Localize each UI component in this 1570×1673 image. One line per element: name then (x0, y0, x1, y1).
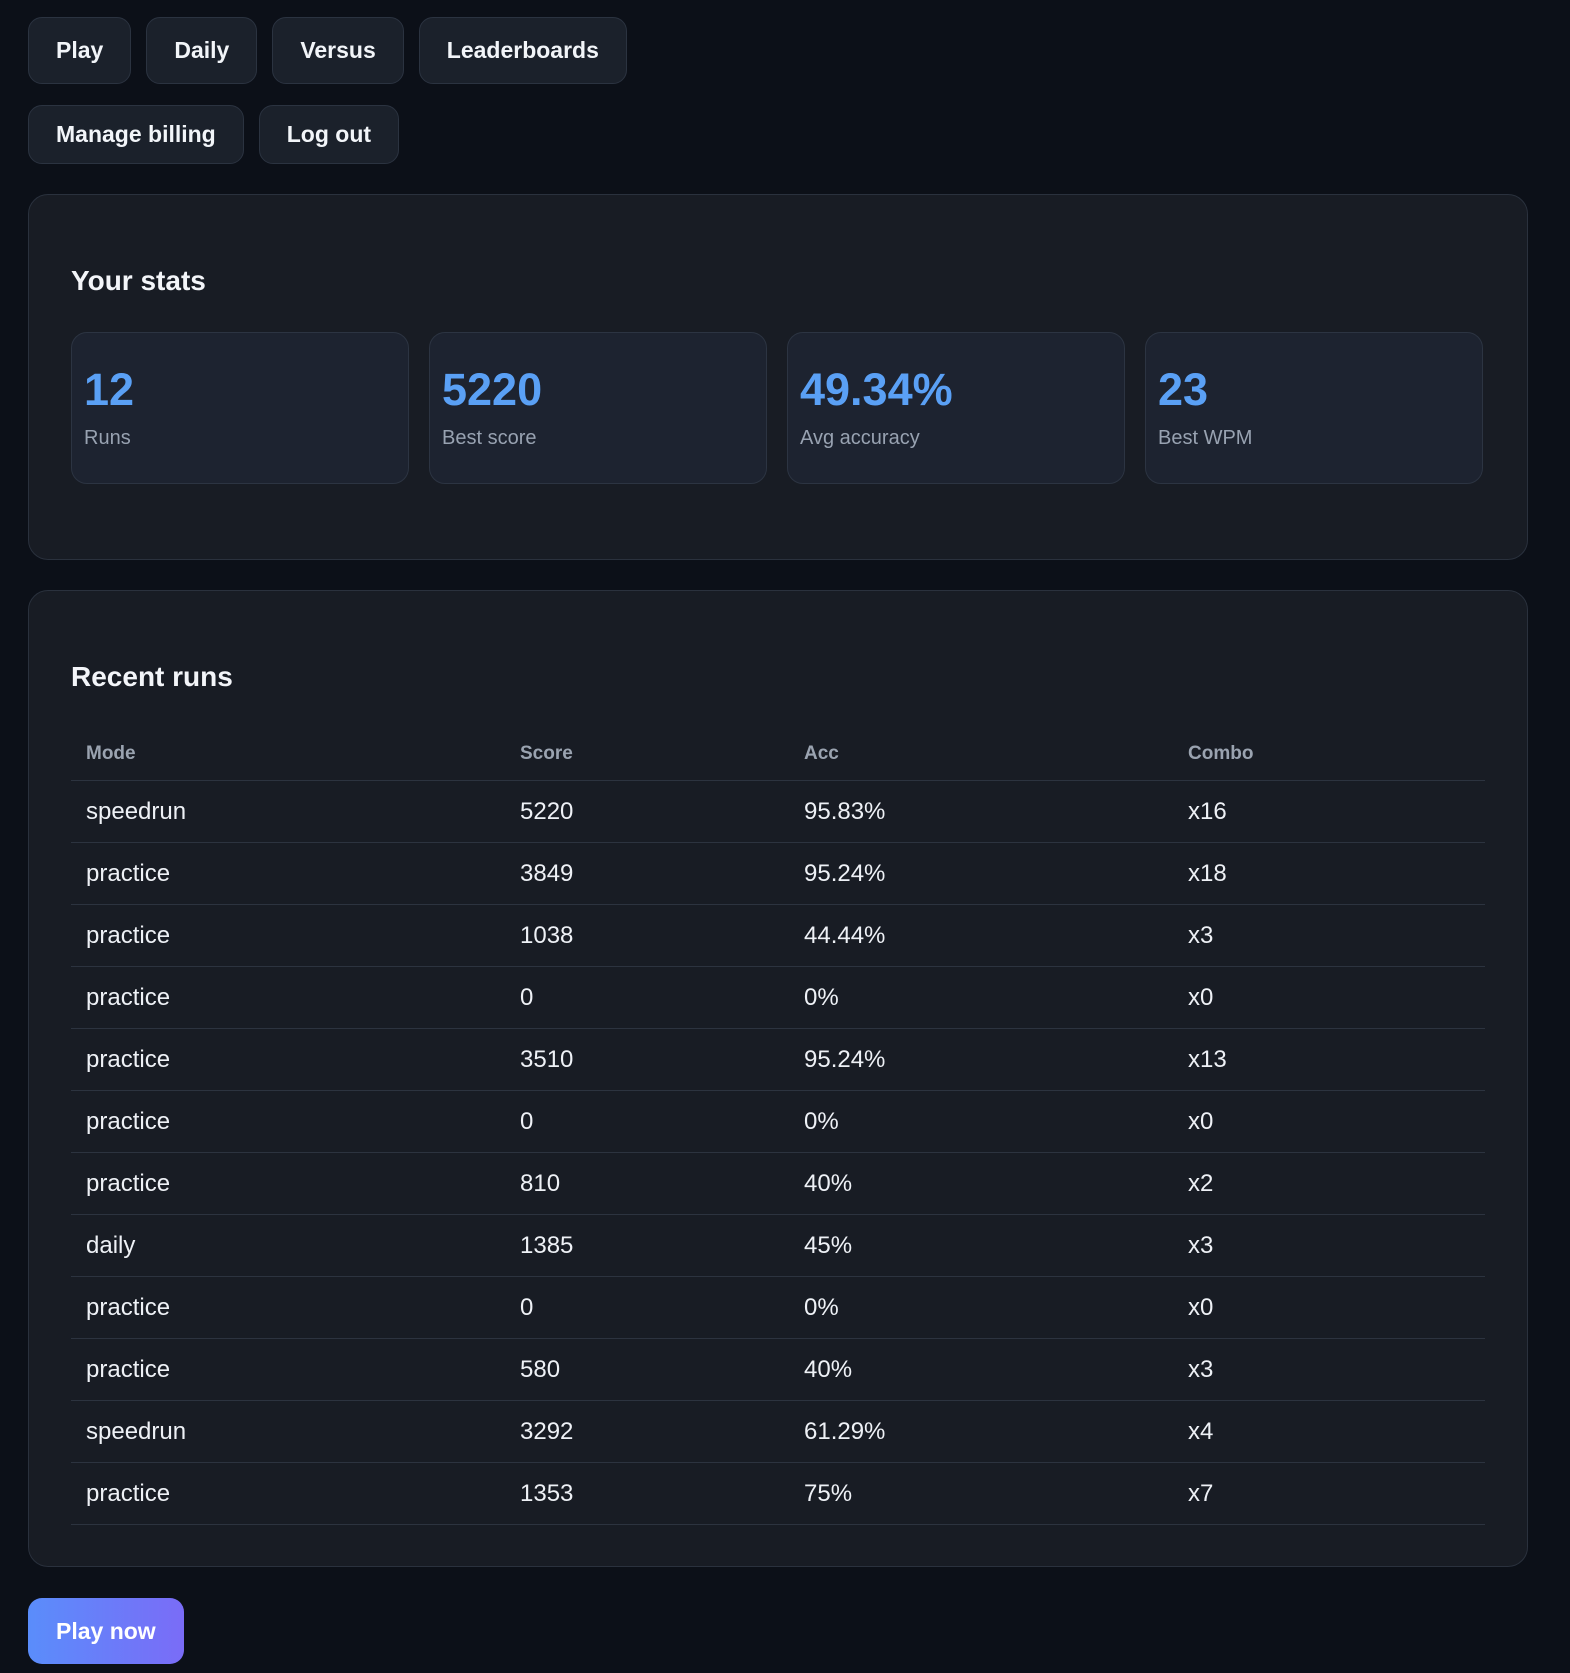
column-header-acc: Acc (789, 728, 1173, 781)
cell-score: 5220 (505, 780, 789, 843)
table-row: practice 580 40% x3 (71, 1338, 1485, 1401)
column-header-combo: Combo (1173, 728, 1485, 781)
cell-combo: x13 (1173, 1028, 1485, 1091)
cell-mode: practice (71, 1338, 505, 1401)
cell-acc: 40% (789, 1338, 1173, 1401)
cell-mode: practice (71, 1028, 505, 1091)
table-row: practice 1038 44.44% x3 (71, 904, 1485, 967)
cell-acc: 95.24% (789, 1028, 1173, 1091)
stat-label: Avg accuracy (800, 427, 920, 449)
cell-acc: 0% (789, 1090, 1173, 1153)
versus-button[interactable]: Versus (272, 17, 404, 84)
cell-acc: 75% (789, 1462, 1173, 1525)
stat-value: 23 (1158, 364, 1209, 415)
cell-combo: x0 (1173, 1090, 1485, 1153)
cell-mode: speedrun (71, 1400, 505, 1463)
stat-label: Runs (84, 427, 131, 449)
cell-mode: daily (71, 1214, 505, 1277)
stat-value: 49.34% (800, 364, 953, 415)
cell-score: 0 (505, 966, 789, 1029)
cell-score: 580 (505, 1338, 789, 1401)
account-nav: Manage billing Log out (28, 105, 400, 164)
primary-nav: Play Daily Versus Leaderboards (28, 17, 627, 84)
cell-score: 1038 (505, 904, 789, 967)
cell-mode: speedrun (71, 780, 505, 843)
column-header-mode: Mode (71, 728, 505, 781)
cell-combo: x16 (1173, 780, 1485, 843)
cell-combo: x3 (1173, 1214, 1485, 1277)
stat-card-best-score: 5220 Best score (429, 332, 767, 484)
cell-mode: practice (71, 1152, 505, 1215)
cell-score: 1385 (505, 1214, 789, 1277)
cell-acc: 40% (789, 1152, 1173, 1215)
cell-mode: practice (71, 904, 505, 967)
table-row: practice 3510 95.24% x13 (71, 1028, 1485, 1091)
table-row: speedrun 5220 95.83% x16 (71, 780, 1485, 843)
play-button[interactable]: Play (28, 17, 132, 84)
column-header-score: Score (505, 728, 789, 781)
table-row: practice 0 0% x0 (71, 1276, 1485, 1339)
cell-combo: x3 (1173, 1338, 1485, 1401)
play-now-button[interactable]: Play now (28, 1598, 184, 1664)
table-row: speedrun 3292 61.29% x4 (71, 1400, 1485, 1463)
cell-score: 3849 (505, 842, 789, 905)
cell-score: 3292 (505, 1400, 789, 1463)
table-row: practice 810 40% x2 (71, 1152, 1485, 1215)
cell-acc: 0% (789, 966, 1173, 1029)
cell-mode: practice (71, 966, 505, 1029)
cell-score: 0 (505, 1276, 789, 1339)
cell-score: 1353 (505, 1462, 789, 1525)
daily-button[interactable]: Daily (146, 17, 258, 84)
stat-grid: 12 Runs 5220 Best score 49.34% Avg accur… (71, 332, 1483, 484)
cell-mode: practice (71, 1090, 505, 1153)
cell-acc: 45% (789, 1214, 1173, 1277)
stat-value: 12 (84, 364, 135, 415)
cell-combo: x2 (1173, 1152, 1485, 1215)
cell-score: 0 (505, 1090, 789, 1153)
cell-acc: 61.29% (789, 1400, 1173, 1463)
table-row: daily 1385 45% x3 (71, 1214, 1485, 1277)
cell-acc: 0% (789, 1276, 1173, 1339)
recent-runs-panel: Recent runs Mode Score Acc Combo speedru… (28, 590, 1528, 1567)
cell-acc: 95.83% (789, 780, 1173, 843)
table-row: practice 1353 75% x7 (71, 1462, 1485, 1525)
cell-acc: 95.24% (789, 842, 1173, 905)
recent-runs-table: Mode Score Acc Combo speedrun 5220 95.83… (71, 728, 1485, 1525)
table-row: practice 3849 95.24% x18 (71, 842, 1485, 905)
stat-card-avg-accuracy: 49.34% Avg accuracy (787, 332, 1125, 484)
cell-mode: practice (71, 842, 505, 905)
stat-value: 5220 (442, 364, 543, 415)
stats-title: Your stats (71, 265, 206, 296)
cell-mode: practice (71, 1462, 505, 1525)
manage-billing-button[interactable]: Manage billing (28, 105, 244, 164)
cell-combo: x4 (1173, 1400, 1485, 1463)
cell-combo: x7 (1173, 1462, 1485, 1525)
table-row: practice 0 0% x0 (71, 966, 1485, 1029)
table-header-row: Mode Score Acc Combo (71, 728, 1485, 781)
cell-score: 810 (505, 1152, 789, 1215)
log-out-button[interactable]: Log out (258, 105, 400, 164)
cell-combo: x0 (1173, 966, 1485, 1029)
cell-combo: x3 (1173, 904, 1485, 967)
stat-label: Best score (442, 427, 537, 449)
stat-card-best-wpm: 23 Best WPM (1145, 332, 1483, 484)
cell-combo: x18 (1173, 842, 1485, 905)
table-row: practice 0 0% x0 (71, 1090, 1485, 1153)
cell-score: 3510 (505, 1028, 789, 1091)
cell-mode: practice (71, 1276, 505, 1339)
stats-panel: Your stats 12 Runs 5220 Best score 49.34… (28, 194, 1528, 560)
cell-acc: 44.44% (789, 904, 1173, 967)
leaderboards-button[interactable]: Leaderboards (418, 17, 627, 84)
stat-label: Best WPM (1158, 427, 1253, 449)
stat-card-runs: 12 Runs (71, 332, 409, 484)
recent-runs-title: Recent runs (71, 661, 233, 692)
cell-combo: x0 (1173, 1276, 1485, 1339)
